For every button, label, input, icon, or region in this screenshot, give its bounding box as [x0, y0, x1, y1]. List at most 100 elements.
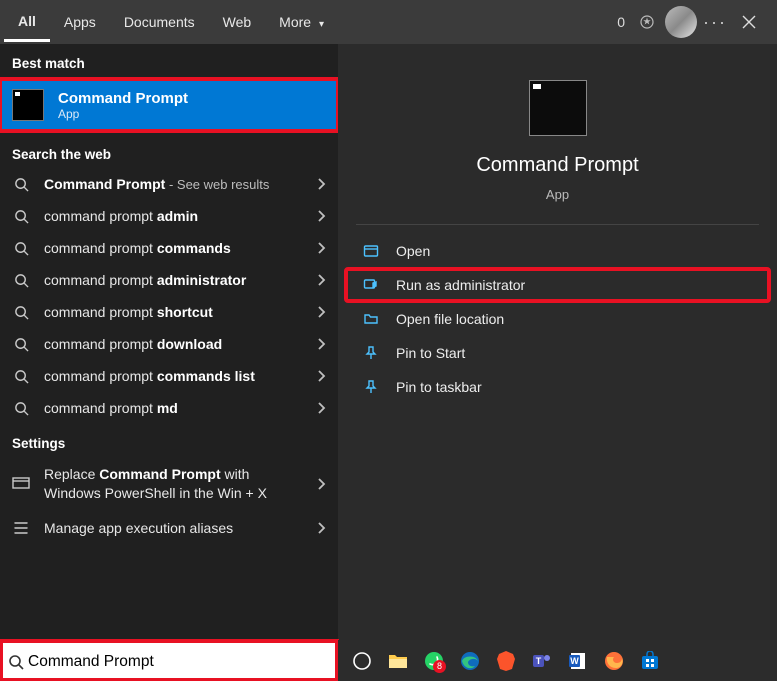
action-open-file-location[interactable]: Open file location: [346, 303, 769, 335]
chevron-right-icon: [316, 241, 326, 255]
web-result[interactable]: command prompt shortcut: [0, 296, 338, 328]
file-explorer-icon[interactable]: [384, 647, 412, 675]
web-result[interactable]: command prompt commands: [0, 232, 338, 264]
web-result-label: command prompt download: [44, 336, 302, 352]
web-result-label: command prompt commands list: [44, 368, 302, 384]
settings-result-label: Manage app execution aliases: [44, 519, 302, 538]
section-search-web: Search the web: [0, 135, 338, 168]
web-result-label: Command Prompt - See web results: [44, 176, 302, 192]
edge-icon[interactable]: [456, 647, 484, 675]
cmd-icon-large: [529, 80, 587, 136]
search-icon: [12, 273, 30, 288]
web-result[interactable]: Command Prompt - See web results: [0, 168, 338, 200]
web-result-label: command prompt md: [44, 400, 302, 416]
action-pin-to-taskbar[interactable]: Pin to taskbar: [346, 371, 769, 403]
best-match-text: Command Prompt App: [58, 90, 188, 121]
teams-icon[interactable]: T: [528, 647, 556, 675]
detail-title: Command Prompt: [476, 154, 638, 177]
detail-actions: Open Run as administrator Open file loca…: [338, 225, 777, 413]
action-pin-to-start[interactable]: Pin to Start: [346, 337, 769, 369]
search-icon: [12, 241, 30, 256]
taskbar-icons: 8 T W: [338, 640, 777, 681]
best-match-subtitle: App: [58, 107, 188, 121]
tab-apps[interactable]: Apps: [50, 4, 110, 40]
shield-icon: [362, 277, 380, 293]
web-result-label: command prompt shortcut: [44, 304, 302, 320]
tab-documents[interactable]: Documents: [110, 4, 209, 40]
pin-start-icon: [362, 345, 380, 361]
search-icon: [12, 209, 30, 224]
more-options-icon[interactable]: ···: [699, 6, 731, 38]
cortana-icon[interactable]: [348, 647, 376, 675]
action-open[interactable]: Open: [346, 235, 769, 267]
web-result[interactable]: command prompt administrator: [0, 264, 338, 296]
search-icon: [12, 337, 30, 352]
search-icon: [12, 177, 30, 192]
store-icon[interactable]: [636, 647, 664, 675]
svg-text:W: W: [570, 656, 579, 666]
web-result[interactable]: command prompt commands list: [0, 360, 338, 392]
settings-item-icon: [12, 477, 30, 491]
section-best-match: Best match: [0, 44, 338, 77]
rewards-area: 0 ···: [617, 6, 773, 38]
svg-text:T: T: [536, 656, 542, 666]
action-open-label: Open: [396, 243, 430, 259]
word-icon[interactable]: W: [564, 647, 592, 675]
web-result-label: command prompt commands: [44, 240, 302, 256]
chevron-right-icon: [316, 209, 326, 223]
settings-item-icon: [12, 521, 30, 535]
folder-icon: [362, 311, 380, 327]
trophy-icon[interactable]: [631, 6, 663, 38]
search-tabs: All Apps Documents Web More ▾ 0 ···: [0, 0, 777, 44]
action-pin-start-label: Pin to Start: [396, 345, 465, 361]
web-result[interactable]: command prompt download: [0, 328, 338, 360]
action-open-loc-label: Open file location: [396, 311, 504, 327]
chevron-right-icon: [316, 369, 326, 383]
chevron-right-icon: [316, 477, 326, 491]
web-result-label: command prompt admin: [44, 208, 302, 224]
tab-web[interactable]: Web: [209, 4, 266, 40]
tab-more[interactable]: More ▾: [265, 4, 338, 40]
rewards-count: 0: [617, 14, 625, 30]
chevron-right-icon: [316, 273, 326, 287]
brave-icon[interactable]: [492, 647, 520, 675]
settings-result-label: Replace Command Prompt with Windows Powe…: [44, 465, 302, 503]
action-run-as-administrator[interactable]: Run as administrator: [346, 269, 769, 301]
whatsapp-icon[interactable]: 8: [420, 647, 448, 675]
chevron-right-icon: [316, 521, 326, 535]
cmd-icon: [12, 89, 44, 121]
web-result[interactable]: command prompt admin: [0, 200, 338, 232]
web-result[interactable]: command prompt md: [0, 392, 338, 424]
search-icon: [12, 401, 30, 416]
chevron-right-icon: [316, 177, 326, 191]
close-icon[interactable]: [733, 6, 765, 38]
chevron-right-icon: [316, 305, 326, 319]
chevron-down-icon: ▾: [319, 19, 324, 30]
web-result-label: command prompt administrator: [44, 272, 302, 288]
open-icon: [362, 243, 380, 259]
firefox-icon[interactable]: [600, 647, 628, 675]
detail-card: Command Prompt App: [338, 44, 777, 224]
tab-all[interactable]: All: [4, 3, 50, 42]
results-panel: Best match Command Prompt App Search the…: [0, 44, 338, 640]
settings-result[interactable]: Manage app execution aliases: [0, 511, 338, 546]
tab-more-label: More: [279, 14, 311, 30]
action-pin-taskbar-label: Pin to taskbar: [396, 379, 482, 395]
settings-result[interactable]: Replace Command Prompt with Windows Powe…: [0, 457, 338, 511]
avatar[interactable]: [665, 6, 697, 38]
search-icon: [6, 654, 26, 670]
detail-subtitle: App: [546, 187, 569, 202]
section-settings: Settings: [0, 424, 338, 457]
search-box[interactable]: [0, 640, 338, 681]
pin-taskbar-icon: [362, 379, 380, 395]
best-match-title: Command Prompt: [58, 90, 188, 107]
taskbar: 8 T W: [0, 640, 777, 681]
chevron-right-icon: [316, 337, 326, 351]
detail-panel: Command Prompt App Open Run as administr…: [338, 44, 777, 640]
action-run-admin-label: Run as administrator: [396, 277, 525, 293]
chevron-right-icon: [316, 401, 326, 415]
search-icon: [12, 369, 30, 384]
search-icon: [12, 305, 30, 320]
best-match-item[interactable]: Command Prompt App: [0, 79, 338, 131]
search-input[interactable]: [26, 649, 332, 675]
